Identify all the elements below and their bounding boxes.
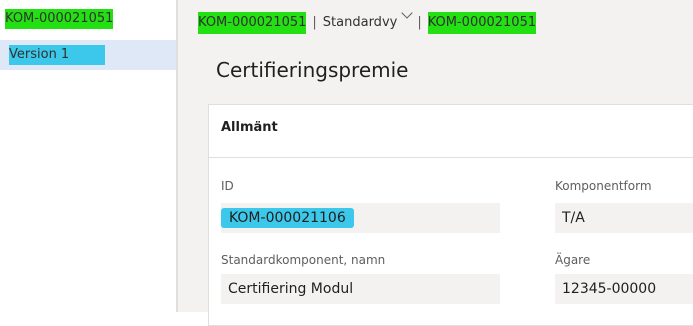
- view-name: Standardvy: [322, 15, 398, 30]
- id-label: ID: [221, 179, 234, 193]
- owner-field[interactable]: 12345-00000: [555, 274, 693, 304]
- component-form-field[interactable]: T/A: [555, 203, 693, 233]
- nav-version-item[interactable]: Version 1: [9, 45, 105, 65]
- id-field[interactable]: KOM-000021106: [221, 203, 500, 233]
- breadcrumb-separator-2: |: [417, 15, 422, 30]
- standard-component-label: Standardkomponent, namn: [221, 253, 386, 267]
- owner-label: Ägare: [555, 253, 591, 267]
- standard-component-field[interactable]: Certifiering Modul: [221, 274, 500, 304]
- section-header[interactable]: Allmänt: [209, 105, 693, 158]
- breadcrumb: KOM-000021051 | Standardvy | KOM-000021051: [198, 7, 537, 34]
- breadcrumb-record-id[interactable]: KOM-000021051: [198, 12, 307, 34]
- id-value: KOM-000021106: [221, 208, 354, 228]
- breadcrumb-record-id-2[interactable]: KOM-000021051: [427, 12, 537, 34]
- view-selector[interactable]: Standardvy: [322, 7, 413, 34]
- general-section-card: Allmänt ID KOM-000021106 Komponentform T…: [208, 104, 693, 326]
- nav-record-id[interactable]: KOM-000021051: [5, 9, 114, 29]
- main-content: KOM-000021051 | Standardvy | KOM-000021051 C…: [178, 0, 693, 326]
- component-form-label: Komponentform: [555, 179, 652, 193]
- section-header-label: Allmänt: [221, 120, 278, 135]
- left-navigation-pane: KOM-000021051 Version 1: [0, 0, 176, 312]
- breadcrumb-separator: |: [312, 15, 317, 30]
- page-title: Certifieringspremie: [216, 58, 409, 82]
